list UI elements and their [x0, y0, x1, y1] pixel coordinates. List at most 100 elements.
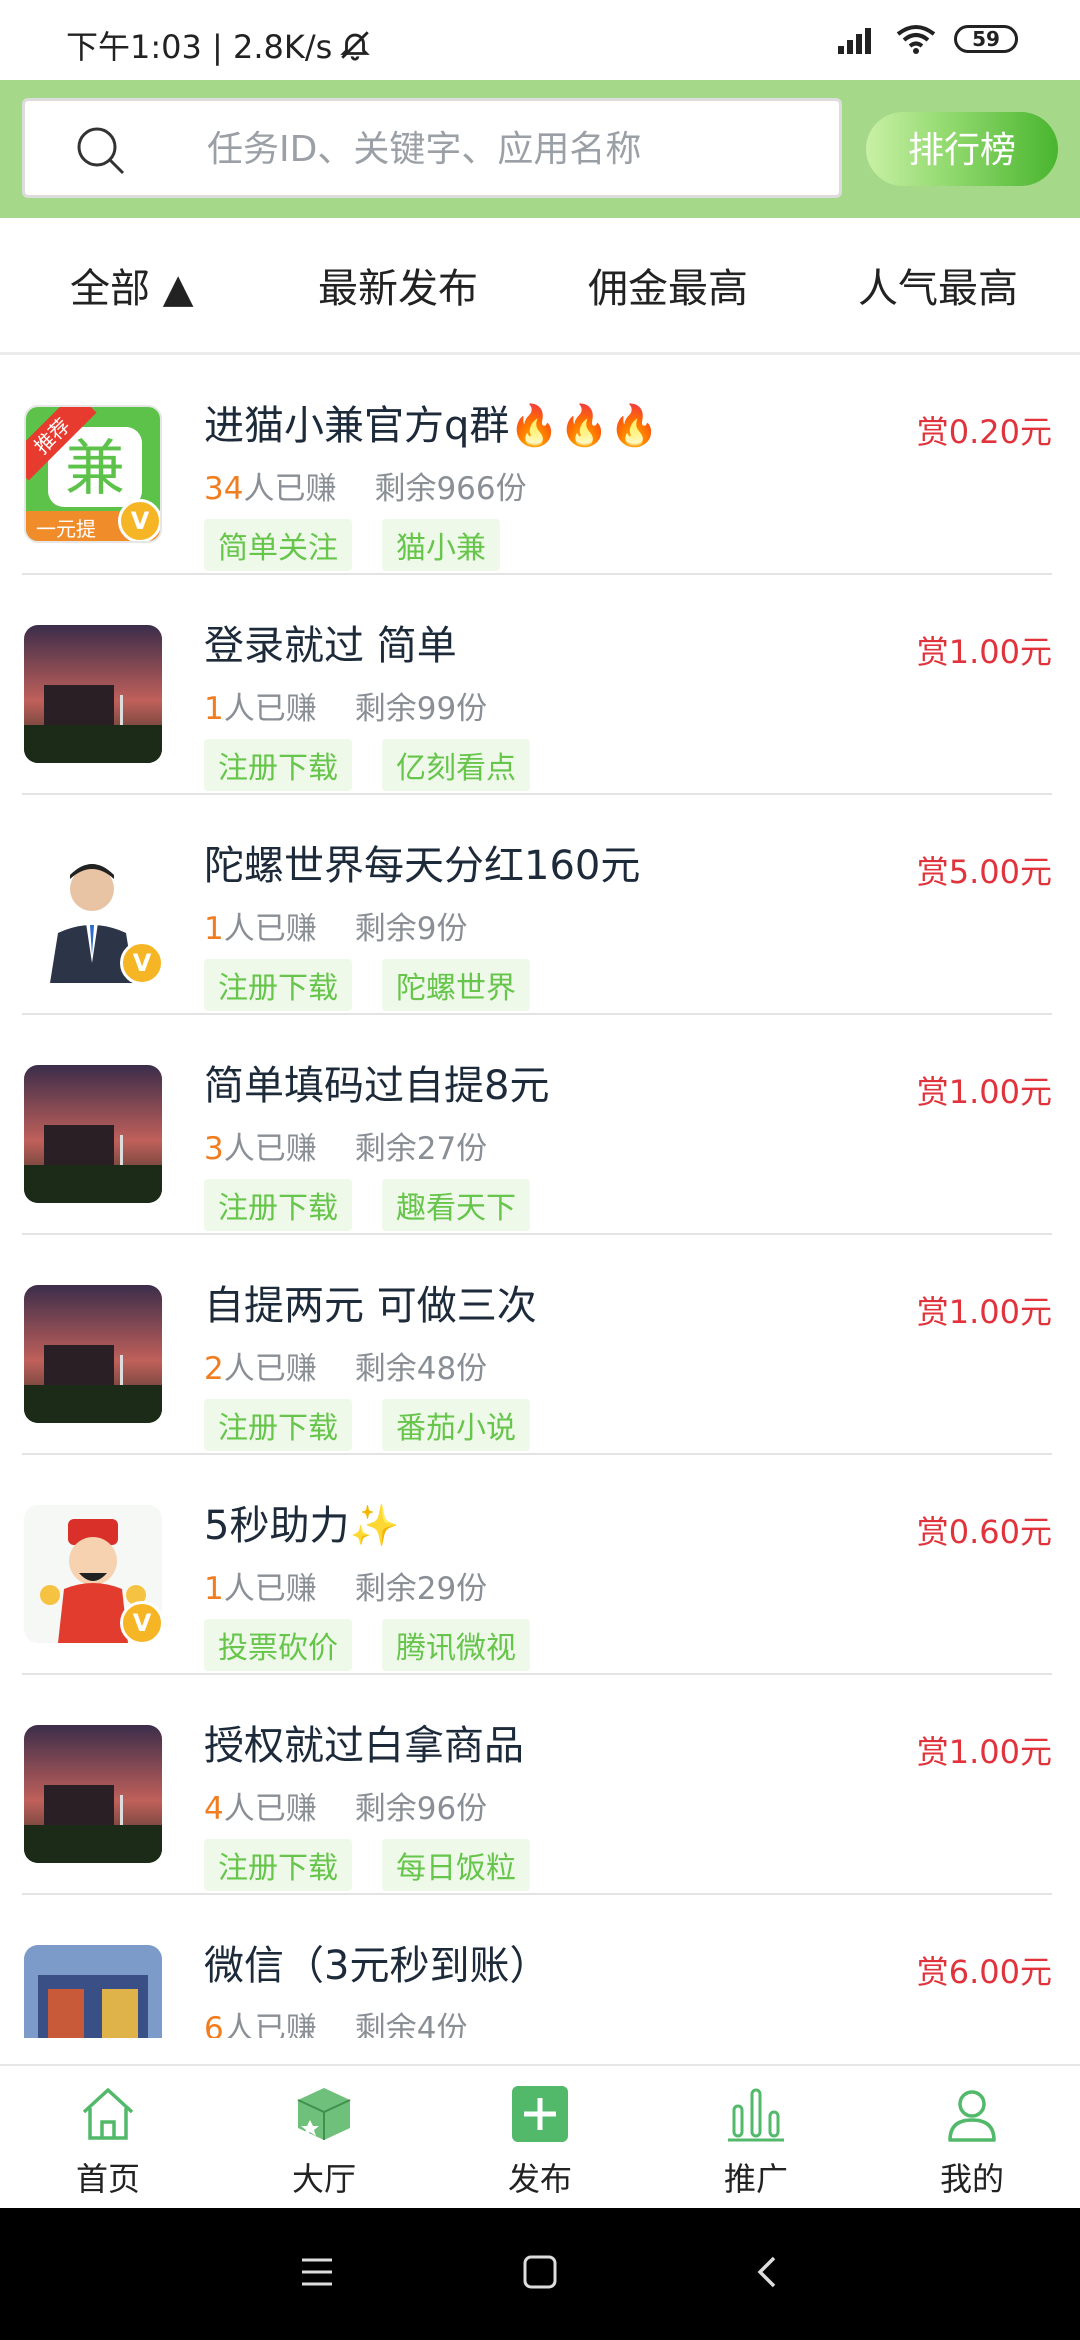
nav-publish-label: 发布: [507, 2160, 572, 2198]
earned-count: 1: [204, 911, 224, 947]
task-row[interactable]: V 陀螺世界每天分红160元 赏5.00元 1人已赚 剩余9份 注册下载 陀螺世界: [0, 795, 1080, 1015]
app-logo-jian: 兼 推荐 一元提 V: [24, 405, 162, 543]
task-tag: 简单关注: [204, 519, 352, 571]
task-row[interactable]: 微信（3元秒到账） 赏6.00元 6人已赚 剩余4份: [0, 1895, 1080, 2038]
search-icon: [77, 127, 125, 175]
menu-icon[interactable]: [298, 2254, 336, 2290]
night-scene-thumbnail: [24, 1065, 162, 1203]
task-reward: 赏1.00元: [916, 1293, 1052, 1331]
sparkle-emoji: ✨: [349, 1503, 400, 1549]
fire-emoji: 🔥🔥🔥: [509, 403, 659, 449]
earned-label: 人已赚: [243, 471, 337, 507]
task-tag: 投票砍价: [204, 1619, 352, 1671]
verified-badge-icon: V: [120, 1601, 162, 1643]
box-icon: [297, 2088, 351, 2140]
task-tag: 注册下载: [204, 1179, 352, 1231]
task-tag: 注册下载: [204, 1839, 352, 1891]
tab-highest-commission[interactable]: 佣金最高: [588, 256, 748, 314]
mute-bell-icon: [340, 31, 371, 61]
remain-count: 剩余29份: [354, 1571, 488, 1607]
status-icons: 59: [838, 24, 1018, 54]
task-tags: 注册下载 每日饭粒: [204, 1839, 530, 1891]
signal-icon: [838, 28, 871, 54]
task-meta: 1人已赚 剩余9份: [204, 903, 467, 948]
earned-count: 6: [204, 2011, 224, 2038]
task-tags: 投票砍价 腾讯微视: [204, 1619, 530, 1671]
filter-tabs: 全部 ▲ 最新发布 佣金最高 人气最高: [0, 218, 1080, 355]
earned-label: 人已赚: [223, 691, 317, 727]
svg-text:兼: 兼: [65, 434, 125, 504]
task-meta: 4人已赚 剩余96份: [204, 1783, 487, 1828]
remain-count: 剩余27份: [354, 1131, 488, 1167]
task-tags: 注册下载 番茄小说: [204, 1399, 530, 1451]
night-scene-thumbnail: [24, 1285, 162, 1423]
task-row[interactable]: V 5秒助力✨ 赏0.60元 1人已赚 剩余29份 投票砍价 腾讯微视: [0, 1455, 1080, 1675]
task-reward: 赏0.60元: [916, 1513, 1052, 1551]
tab-latest[interactable]: 最新发布: [318, 256, 478, 314]
status-text: 下午1:03 | 2.8K/s: [66, 22, 372, 68]
task-title: 授权就过白拿商品: [204, 1723, 524, 1769]
nav-home[interactable]: 首页: [0, 2066, 216, 2210]
task-tag: 亿刻看点: [382, 739, 530, 791]
earned-label: 人已赚: [223, 2011, 317, 2038]
task-row[interactable]: 授权就过白拿商品 赏1.00元 4人已赚 剩余96份 注册下载 每日饭粒: [0, 1675, 1080, 1895]
nav-mine-label: 我的: [939, 2160, 1004, 2198]
nav-home-label: 首页: [75, 2160, 140, 2198]
earned-label: 人已赚: [223, 911, 317, 947]
task-tag: 注册下载: [204, 739, 352, 791]
task-reward: 赏6.00元: [916, 1953, 1052, 1991]
search-box[interactable]: [22, 98, 842, 198]
storefront-thumbnail: [24, 1945, 162, 2038]
task-meta: 6人已赚 剩余4份: [204, 2003, 467, 2038]
home-square-icon[interactable]: [522, 2254, 558, 2290]
task-title: 登录就过 简单: [204, 623, 457, 669]
tab-most-popular[interactable]: 人气最高: [858, 256, 1018, 314]
task-tags: 注册下载 陀螺世界: [204, 959, 530, 1011]
task-tag: 注册下载: [204, 959, 352, 1011]
task-reward: 赏5.00元: [916, 853, 1052, 891]
task-tag: 每日饭粒: [382, 1839, 530, 1891]
remain-count: 剩余966份: [374, 471, 527, 507]
task-row[interactable]: 自提两元 可做三次 赏1.00元 2人已赚 剩余48份 注册下载 番茄小说: [0, 1235, 1080, 1455]
task-list: 兼 推荐 一元提 V 进猫小兼官方q群🔥🔥🔥 赏0.20元 34人已赚 剩余966…: [0, 355, 1080, 2038]
task-title: 微信（3元秒到账）: [204, 1943, 550, 1989]
remain-count: 剩余96份: [354, 1791, 488, 1827]
nav-publish[interactable]: 发布: [432, 2066, 648, 2210]
task-tag: 注册下载: [204, 1399, 352, 1451]
task-row[interactable]: 简单填码过自提8元 赏1.00元 3人已赚 剩余27份 注册下载 趣看天下: [0, 1015, 1080, 1235]
task-reward: 赏1.00元: [916, 1073, 1052, 1111]
thumb-caption: 一元提: [36, 517, 96, 541]
nav-promote-label: 推广: [723, 2160, 788, 2198]
home-icon: [82, 2088, 134, 2140]
remain-count: 剩余99份: [354, 691, 488, 727]
task-tags: 简单关注 猫小兼: [204, 519, 500, 571]
task-reward: 赏0.20元: [916, 413, 1052, 451]
search-input[interactable]: [205, 115, 829, 183]
back-icon[interactable]: [752, 2254, 782, 2290]
fortune-god-thumbnail: V: [24, 1505, 162, 1643]
nav-promote[interactable]: 推广: [648, 2066, 864, 2210]
nav-hall[interactable]: 大厅: [216, 2066, 432, 2210]
businessman-thumbnail: V: [24, 845, 162, 983]
remain-count: 剩余48份: [354, 1351, 488, 1387]
nav-mine[interactable]: 我的: [864, 2066, 1080, 2210]
task-row[interactable]: 登录就过 简单 赏1.00元 1人已赚 剩余99份 注册下载 亿刻看点: [0, 575, 1080, 795]
tab-all[interactable]: 全部 ▲: [70, 256, 193, 314]
battery-icon: 59: [954, 25, 1018, 53]
earned-label: 人已赚: [223, 1791, 317, 1827]
wifi-icon: [896, 25, 936, 54]
remain-count: 剩余9份: [354, 911, 468, 947]
verified-badge-icon: V: [120, 941, 162, 983]
ranking-button[interactable]: 排行榜: [866, 112, 1058, 186]
task-title: 进猫小兼官方q群🔥🔥🔥: [204, 403, 659, 449]
task-meta: 3人已赚 剩余27份: [204, 1123, 487, 1168]
task-title: 5秒助力✨: [204, 1503, 400, 1549]
task-tags: 注册下载 亿刻看点: [204, 739, 530, 791]
task-reward: 赏1.00元: [916, 633, 1052, 671]
status-time-speed: 下午1:03 | 2.8K/s: [66, 28, 333, 66]
task-title: 简单填码过自提8元: [204, 1063, 550, 1109]
earned-count: 1: [204, 691, 224, 727]
night-scene-thumbnail: [24, 625, 162, 763]
task-meta: 1人已赚 剩余99份: [204, 683, 487, 728]
task-row[interactable]: 兼 推荐 一元提 V 进猫小兼官方q群🔥🔥🔥 赏0.20元 34人已赚 剩余966…: [0, 355, 1080, 575]
